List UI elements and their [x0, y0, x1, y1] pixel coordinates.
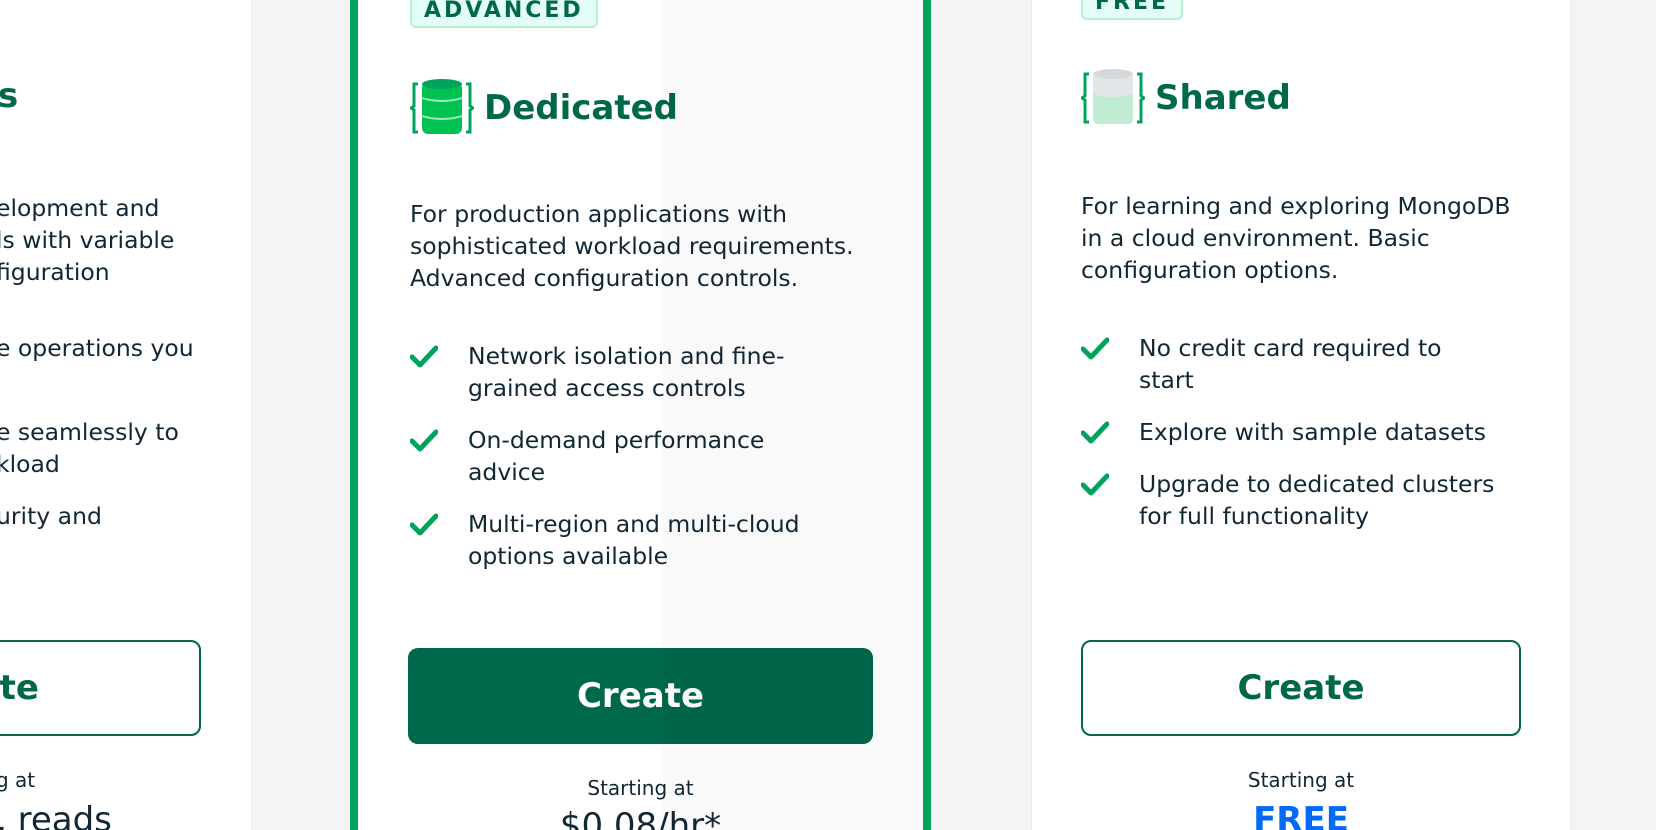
feature-line: start: [1139, 366, 1194, 394]
feature-line: Upgrade to dedicated clusters: [1139, 470, 1495, 498]
description-line: configuration options.: [1081, 256, 1339, 284]
dedicated-starting-label: Starting at: [587, 776, 694, 800]
feature-item: Explore with sample datasets: [1081, 416, 1551, 448]
check-icon: [410, 513, 438, 536]
free-badge: FREE: [1081, 0, 1184, 20]
description-line: Advanced configuration controls.: [410, 264, 799, 292]
feature-item: Upgrade to dedicated clusters for full f…: [1081, 468, 1551, 532]
check-icon: [410, 429, 438, 452]
serverless-create-button[interactable]: ate: [0, 640, 201, 736]
shared-title-row: Shared: [1081, 66, 1291, 130]
dedicated-price: $0.08/hr*: [559, 806, 722, 830]
description-line: sophisticated workload requirements.: [410, 232, 854, 260]
feature-line: options available: [468, 542, 669, 570]
feature-line: No credit card required to: [1139, 334, 1442, 362]
serverless-feature-line: urity and: [0, 502, 102, 530]
serverless-price: , reads: [0, 800, 112, 830]
serverless-card: s elopment and ls with variable figurati…: [0, 0, 252, 830]
shared-card: FREE Shared For learning and exploring M…: [1031, 0, 1571, 830]
shared-feature-list: No credit card required to start Explore…: [1081, 332, 1551, 552]
feature-line: for full functionality: [1139, 502, 1370, 530]
database-partial-icon: [1081, 69, 1145, 124]
database-icon: [410, 79, 474, 134]
serverless-feature-line: e seamlessly to: [0, 418, 179, 446]
check-icon: [410, 345, 438, 368]
feature-line: Explore with sample datasets: [1139, 418, 1486, 446]
shared-create-button[interactable]: Create: [1081, 640, 1521, 736]
feature-line: Multi-region and multi-cloud: [468, 510, 800, 538]
shared-starting-label: Starting at: [1247, 768, 1355, 792]
feature-line: grained access controls: [468, 374, 746, 402]
feature-line: advice: [468, 458, 546, 486]
serverless-desc-line: elopment and: [0, 194, 160, 222]
serverless-desc-line: ls with variable: [0, 226, 175, 254]
check-icon: [1081, 473, 1109, 496]
feature-line: On-demand performance: [468, 426, 765, 454]
check-icon: [1081, 337, 1109, 360]
description-line: For learning and exploring MongoDB: [1081, 192, 1511, 220]
serverless-starting-label: g at: [0, 768, 36, 792]
serverless-feature-line: e operations you: [0, 334, 194, 362]
dedicated-description: For production applications with sophist…: [410, 198, 910, 294]
description-line: For production applications with: [410, 200, 788, 228]
dedicated-create-button[interactable]: Create: [408, 648, 873, 744]
description-line: in a cloud environment. Basic: [1081, 224, 1430, 252]
check-icon: [1081, 421, 1109, 444]
shared-price: FREE: [1253, 800, 1349, 830]
shared-description: For learning and exploring MongoDB in a …: [1081, 190, 1561, 286]
advanced-badge: ADVANCED: [410, 0, 598, 28]
serverless-title: s: [0, 76, 19, 116]
feature-line: Network isolation and fine-: [468, 342, 785, 370]
dedicated-feature-list: Network isolation and fine- grained acce…: [410, 340, 890, 592]
dedicated-title-row: Dedicated: [410, 76, 678, 140]
dedicated-card: ADVANCED Dedicated For production applic…: [350, 0, 931, 830]
serverless-desc-line: figuration: [0, 258, 110, 286]
feature-item: No credit card required to start: [1081, 332, 1551, 396]
feature-item: Multi-region and multi-cloud options ava…: [410, 508, 890, 572]
serverless-feature-line: kload: [0, 450, 60, 478]
dedicated-title: Dedicated: [484, 88, 679, 128]
feature-item: On-demand performance advice: [410, 424, 890, 488]
shared-title: Shared: [1155, 78, 1291, 118]
feature-item: Network isolation and fine- grained acce…: [410, 340, 890, 404]
